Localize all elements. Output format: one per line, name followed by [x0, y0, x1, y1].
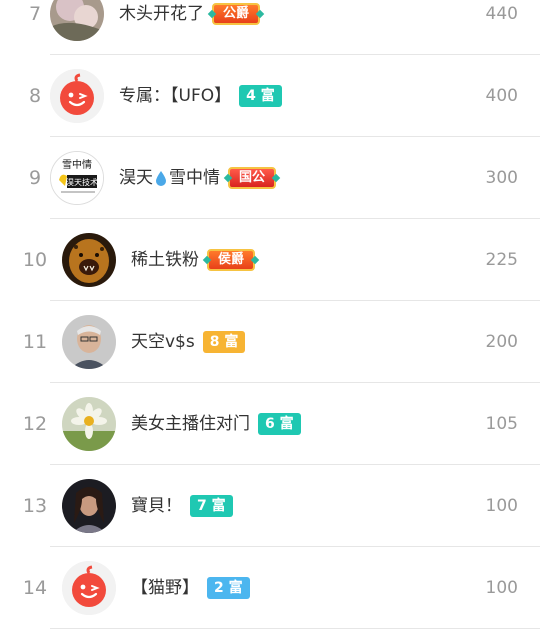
rank-number: 14: [22, 577, 48, 599]
ranking-row[interactable]: 14 【猫野】 2 富 100: [0, 547, 540, 629]
avatar[interactable]: [62, 233, 116, 287]
user-name[interactable]: 【猫野】 2 富: [131, 547, 250, 629]
avatar[interactable]: 雪中情 淏天技术: [50, 151, 104, 205]
score-value: 200: [485, 332, 518, 352]
ranking-row[interactable]: 8 专属：【UFO】 4 富 400: [0, 55, 540, 137]
user-name[interactable]: 专属：【UFO】 4 富: [119, 55, 282, 137]
rank-number: 11: [22, 331, 48, 353]
ranking-row[interactable]: 7 木头开花了 公爵 440: [0, 0, 540, 55]
avatar[interactable]: [62, 561, 116, 615]
user-name-text-a: 淏天: [119, 168, 153, 188]
score-value: 100: [485, 496, 518, 516]
water-drop-icon: [156, 171, 166, 186]
user-name-text: 美女主播住对门: [131, 414, 250, 434]
user-name-text: 木头开花了: [119, 4, 204, 24]
avatar[interactable]: [62, 315, 116, 369]
user-name-text: 寶貝！: [131, 496, 182, 516]
rich-level-badge: 6 富: [258, 413, 301, 435]
avatar[interactable]: [62, 479, 116, 533]
rank-number: 10: [22, 249, 48, 271]
noble-badge: 公爵: [212, 3, 261, 25]
avatar-text-bottom: 淏天技术: [66, 177, 98, 187]
ranking-row[interactable]: 12 美女主播住对门 6 富 105: [0, 383, 540, 465]
rich-level-badge: 7 富: [190, 495, 233, 517]
score-value: 105: [485, 414, 518, 434]
divider: [50, 628, 540, 629]
avatar[interactable]: [50, 69, 104, 123]
rank-number: 13: [22, 495, 48, 517]
ranking-row[interactable]: 13 寶貝！ 7 富 100: [0, 465, 540, 547]
user-name[interactable]: 木头开花了 公爵: [119, 0, 261, 55]
score-value: 300: [485, 168, 518, 188]
score-value: 225: [485, 250, 518, 270]
ranking-row[interactable]: 11 天空v$s 8 富 200: [0, 301, 540, 383]
noble-badge: 国公: [228, 167, 277, 189]
avatar[interactable]: [62, 397, 116, 451]
user-name-text: 专属：【UFO】: [119, 86, 232, 106]
user-name[interactable]: 稀土铁粉 侯爵: [131, 219, 256, 301]
ranking-row[interactable]: 10 稀土铁粉 侯爵 225: [0, 219, 540, 301]
score-value: 440: [485, 4, 518, 24]
user-name[interactable]: 美女主播住对门 6 富: [131, 383, 301, 465]
user-name-text: 【猫野】: [131, 578, 199, 598]
score-value: 400: [485, 86, 518, 106]
score-value: 100: [485, 578, 518, 598]
ranking-list: 7 木头开花了 公爵 440 8 专属：【UFO】 4 富 400 9 雪中情 …: [0, 0, 540, 629]
rich-level-badge: 2 富: [207, 577, 250, 599]
user-name-text: 天空v$s: [131, 332, 195, 352]
user-name-text-b: 雪中情: [169, 168, 220, 188]
ranking-row[interactable]: 9 雪中情 淏天技术 淏天 雪中情 国公 300: [0, 137, 540, 219]
rich-level-badge: 8 富: [202, 331, 246, 353]
user-name[interactable]: 淏天 雪中情 国公: [119, 137, 277, 219]
rank-number: 12: [22, 413, 48, 435]
avatar-text-top: 雪中情: [62, 158, 92, 171]
user-name[interactable]: 寶貝！ 7 富: [131, 465, 233, 547]
user-name[interactable]: 天空v$s 8 富: [131, 301, 246, 383]
user-name-text: 稀土铁粉: [131, 250, 199, 270]
rich-level-badge: 4 富: [239, 85, 282, 107]
noble-badge: 侯爵: [207, 249, 256, 271]
